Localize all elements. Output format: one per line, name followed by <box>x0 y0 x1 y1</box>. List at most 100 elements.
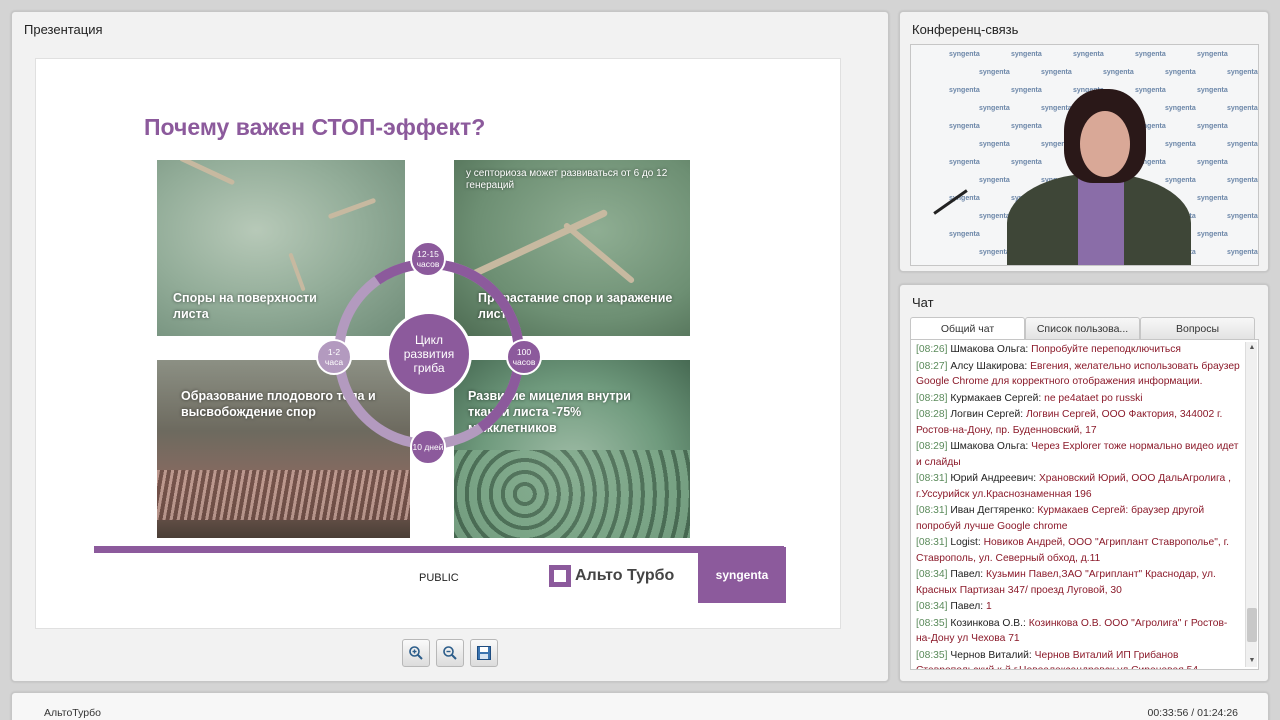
conference-panel: Конференц-связь syngenta syngenta syngenta… <box>899 11 1269 272</box>
slide-footer-bar <box>94 546 784 553</box>
tab-general-chat[interactable]: Общий чат <box>910 317 1025 339</box>
zoom-in-button[interactable] <box>402 639 430 667</box>
watermark-logo: syngenta <box>1165 105 1196 112</box>
chat-message: [08:31] Logist: Новиков Андрей, ООО "Агр… <box>916 535 1240 566</box>
cycle-node-100h: 100 часов <box>506 339 542 375</box>
presentation-title: Презентация <box>24 22 103 37</box>
chat-message: [08:31] Иван Дегтяренко: Курмакаев Серге… <box>916 503 1240 534</box>
watermark-logo: syngenta <box>979 177 1010 184</box>
watermark-logo: syngenta <box>1227 177 1258 184</box>
webinar-title: АльтоТурбо <box>44 707 101 719</box>
chat-message: [08:34] Павел: Кузьмин Павел,ЗАО "Агрипл… <box>916 567 1240 598</box>
zoom-out-button[interactable] <box>436 639 464 667</box>
tab-questions[interactable]: Вопросы <box>1140 317 1255 339</box>
syngenta-logo: syngenta <box>698 547 786 603</box>
chat-message: [08:28] Логвин Сергей: Логвин Сергей, ОО… <box>916 407 1240 438</box>
footer-brand: Альто Турбо <box>549 565 674 587</box>
chat-title: Чат <box>912 295 934 310</box>
cycle-center: Цикл развития гриба <box>386 311 472 397</box>
message-time: [08:31] <box>916 505 948 516</box>
watermark-logo: syngenta <box>979 249 1010 256</box>
message-time: [08:28] <box>916 392 948 404</box>
message-author: Павел: <box>950 601 984 612</box>
message-time: [08:27] <box>916 360 948 372</box>
message-author: Логвин Сергей: <box>950 409 1024 420</box>
chat-message: [08:34] Павел: 1 <box>916 599 1240 615</box>
message-time: [08:35] <box>916 617 948 629</box>
slide-heading: Почему важен СТОП-эффект? <box>144 114 486 140</box>
message-author: Алсу Шакирова: <box>950 360 1028 372</box>
watermark-logo: syngenta <box>1227 213 1258 220</box>
zoom-in-icon <box>409 646 423 660</box>
message-time: [08:26] <box>916 344 948 355</box>
presentation-panel: Презентация Почему важен СТОП-эффект? Сп… <box>11 11 889 682</box>
cycle-node-1-2h: 1-2 часа <box>316 339 352 375</box>
watermark-logo: syngenta <box>1197 123 1228 130</box>
watermark-logo: syngenta <box>1165 69 1196 76</box>
tab-user-list[interactable]: Список пользова... <box>1025 317 1140 339</box>
watermark-logo: syngenta <box>1165 141 1196 148</box>
watermark-logo: syngenta <box>1197 51 1228 58</box>
message-author: Юрий Андреевич: <box>950 473 1037 484</box>
slide-toolbar <box>402 639 498 667</box>
cycle-node-12-15h: 12-15 часов <box>410 241 446 277</box>
message-author: Шмакова Ольга: <box>950 441 1029 452</box>
watermark-logo: syngenta <box>1165 177 1196 184</box>
watermark-logo: syngenta <box>1227 105 1258 112</box>
watermark-logo: syngenta <box>1197 195 1228 202</box>
message-time: [08:28] <box>916 409 948 420</box>
speaker-blouse <box>1078 177 1124 265</box>
message-author: Шмакова Ольга: <box>950 344 1029 355</box>
chat-message: [08:29] Шмакова Ольга: Через Explorer то… <box>916 439 1240 470</box>
watermark-logo: syngenta <box>1073 51 1104 58</box>
message-author: Logist: <box>950 537 981 548</box>
watermark-logo: syngenta <box>949 231 980 238</box>
message-time: [08:35] <box>916 649 948 661</box>
message-text: 1 <box>986 601 992 612</box>
save-icon <box>477 646 491 660</box>
footer-public-label: PUBLIC <box>419 572 459 584</box>
watermark-logo: syngenta <box>979 69 1010 76</box>
message-author: Павел: <box>950 569 984 580</box>
chat-tabs: Общий чат Список пользова... Вопросы <box>910 317 1255 339</box>
message-author: Чернов Виталий: <box>950 649 1032 661</box>
watermark-logo: syngenta <box>1135 51 1166 58</box>
message-time: [08:31] <box>916 473 948 484</box>
watermark-logo: syngenta <box>1011 51 1042 58</box>
watermark-logo: syngenta <box>1197 231 1228 238</box>
caption-generations: у септориоза может развиваться от 6 до 1… <box>466 168 668 191</box>
watermark-logo: syngenta <box>1041 69 1072 76</box>
chat-message: [08:26] Шмакова Ольга: Попробуйте перепо… <box>916 342 1240 358</box>
video-feed[interactable]: syngenta syngenta syngenta syngenta syngenta… <box>910 44 1259 266</box>
bottom-bar: АльтоТурбо 00:33:56 / 01:24:26 <box>11 692 1269 720</box>
alto-logo-icon <box>549 565 571 587</box>
watermark-logo: syngenta <box>1197 87 1228 94</box>
chat-message: [08:31] Юрий Андреевич: Храновский Юрий,… <box>916 471 1240 502</box>
message-time: [08:34] <box>916 569 948 580</box>
message-time: [08:29] <box>916 441 948 452</box>
watermark-logo: syngenta <box>1011 159 1042 166</box>
message-text: Попробуйте переподключиться <box>1031 344 1181 355</box>
watermark-logo: syngenta <box>949 51 980 58</box>
chat-message: [08:35] Чернов Виталий: Чернов Виталий И… <box>916 648 1240 670</box>
playback-timer: 00:33:56 / 01:24:26 <box>1147 707 1239 719</box>
chat-scrollbar[interactable]: ▲ ▼ <box>1245 342 1257 667</box>
watermark-logo: syngenta <box>949 123 980 130</box>
message-text: ne pe4ataet po russki <box>1044 392 1143 404</box>
microphone <box>933 189 968 215</box>
message-author: Иван Дегтяренко: <box>950 505 1035 516</box>
watermark-logo: syngenta <box>979 141 1010 148</box>
message-author: Козинкова О.В.: <box>950 617 1026 629</box>
watermark-logo: syngenta <box>1135 87 1166 94</box>
save-button[interactable] <box>470 639 498 667</box>
zoom-out-icon <box>443 646 457 660</box>
scroll-down-icon[interactable]: ▼ <box>1246 655 1258 667</box>
watermark-logo: syngenta <box>979 105 1010 112</box>
chat-message: [08:28] Курмакаев Сергей: ne pe4ataet po… <box>916 391 1240 407</box>
caption-spores: Споры на поверхности листа <box>173 291 317 321</box>
conference-title: Конференц-связь <box>912 22 1019 37</box>
scroll-thumb[interactable] <box>1247 608 1257 642</box>
scroll-up-icon[interactable]: ▲ <box>1246 342 1258 354</box>
watermark-logo: syngenta <box>1103 69 1134 76</box>
chat-message: [08:27] Алсу Шакирова: Евгения, желатель… <box>916 359 1240 390</box>
